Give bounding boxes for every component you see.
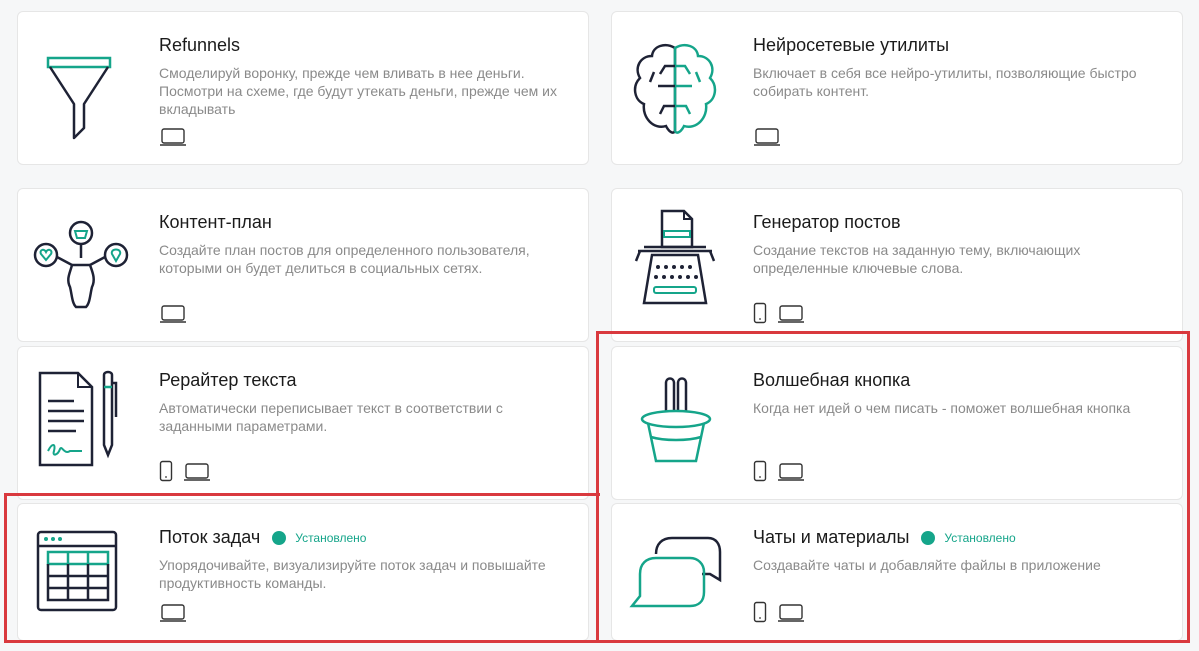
device-list [753,302,805,324]
status-dot-icon [272,530,287,545]
device-list [159,460,211,482]
status-badge: Установлено [921,530,1016,545]
card-description: Смоделируй воронку, прежде чем вливать в… [159,65,557,117]
status-label: Установлено [295,530,367,545]
desktop-icon [159,603,187,623]
card-description: Создание текстов на заданную тему, включ… [753,242,1081,276]
card-title: Поток задач [159,527,261,547]
device-list [753,127,781,147]
app-card-text-rewriter[interactable]: Рерайтер текста Автоматически переписыва… [17,346,589,500]
device-list [159,127,187,147]
card-title: Волшебная кнопка [753,370,911,390]
device-list [753,601,805,623]
device-list [753,460,805,482]
app-card-refunnels[interactable]: Refunnels Смоделируй воронку, прежде чем… [17,11,589,165]
app-card-task-flow[interactable]: Поток задач Установлено Упорядочивайте, … [17,503,589,641]
app-card-neural-utilities[interactable]: Нейросетевые утилиты Включает в себя все… [611,11,1183,165]
document-pen-icon [26,361,136,479]
card-description: Упорядочивайте, визуализируйте поток зад… [159,557,546,591]
card-description: Создайте план постов для определенного п… [159,242,530,276]
mobile-icon [753,601,767,623]
card-description: Включает в себя все нейро-утилиты, позво… [753,65,1137,99]
desktop-icon [777,304,805,324]
card-title: Нейросетевые утилиты [753,35,950,55]
funnel-icon [26,26,136,144]
app-card-post-generator[interactable]: Генератор постов Создание текстов на зад… [611,188,1183,342]
mobile-icon [753,460,767,482]
card-description: Автоматически переписывает текст в соотв… [159,400,503,434]
card-description: Создавайте чаты и добавляйте файлы в при… [753,557,1101,573]
mobile-icon [753,302,767,324]
magic-hat-icon [620,361,730,479]
chat-bubbles-icon [620,518,730,636]
brain-icon [620,26,730,144]
device-list [159,603,187,623]
mobile-icon [159,460,173,482]
app-card-content-plan[interactable]: Контент-план Создайте план постов для оп… [17,188,589,342]
app-card-chats-materials[interactable]: Чаты и материалы Установлено Создавайте … [611,503,1183,641]
content-plan-icon [26,203,136,321]
status-dot-icon [921,530,936,545]
card-title: Refunnels [159,35,241,55]
desktop-icon [159,127,187,147]
desktop-icon [777,462,805,482]
desktop-icon [159,304,187,324]
task-board-icon [26,518,136,636]
desktop-icon [753,127,781,147]
card-title: Чаты и материалы [753,527,910,547]
card-title: Генератор постов [753,212,901,232]
status-badge: Установлено [272,530,367,545]
card-description: Когда нет идей о чем писать - поможет во… [753,400,1131,416]
device-list [159,304,187,324]
typewriter-icon [620,203,730,321]
card-title: Рерайтер текста [159,370,297,390]
desktop-icon [777,603,805,623]
desktop-icon [183,462,211,482]
status-label: Установлено [944,530,1016,545]
app-card-magic-button[interactable]: Волшебная кнопка Когда нет идей о чем пи… [611,346,1183,500]
card-title: Контент-план [159,212,272,232]
